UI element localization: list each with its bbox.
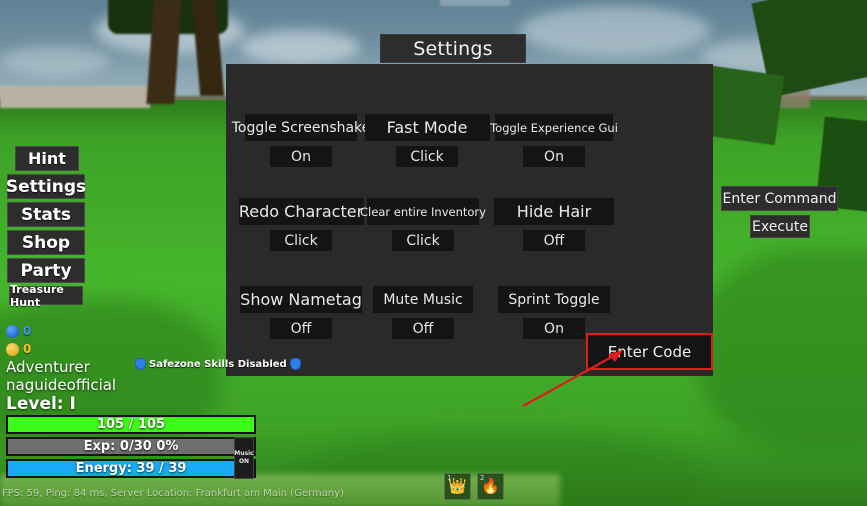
enter-command-button[interactable]: Enter Command: [721, 186, 838, 211]
music-toggle-state: ON: [238, 458, 250, 465]
safezone-text: Safezone Skills Disabled: [149, 358, 287, 370]
gem-icon: [6, 324, 19, 338]
player-hud: 0 0 Adventurer naguideofficial Level: I: [6, 322, 116, 415]
music-toggle-label: Music: [234, 450, 254, 457]
setting-label-0[interactable]: Toggle Screenshake: [232, 114, 370, 141]
setting-option-0: Toggle Screenshake On: [232, 114, 370, 167]
setting-value-8[interactable]: On: [523, 318, 585, 339]
setting-label-2[interactable]: Toggle Experience Gui: [490, 114, 618, 141]
coin-counter: 0: [6, 340, 116, 358]
setting-option-6: Show Nametag Off: [240, 286, 362, 339]
setting-value-6[interactable]: Off: [270, 318, 332, 339]
player-username: naguideofficial: [6, 376, 117, 394]
player-level: Level: I: [6, 394, 76, 414]
cloud-decor: [520, 6, 710, 56]
setting-option-4: Clear entire Inventory Click: [360, 198, 486, 251]
setting-value-0[interactable]: On: [270, 146, 332, 167]
game-screen: Settings Toggle Screenshake On Fast Mode Cl…: [0, 0, 867, 506]
shield-icon: [289, 358, 301, 370]
energy-bar: Energy: 39 / 39: [6, 459, 256, 478]
music-toggle-button[interactable]: Music ON: [234, 437, 254, 479]
menu-button-stats[interactable]: Stats: [7, 202, 85, 227]
hotbar-slot-2[interactable]: 2 🔥: [477, 473, 504, 500]
hotbar-slot-1[interactable]: 1 👑: [444, 473, 471, 500]
hotbar-slot-1-number: 1: [447, 474, 452, 482]
menu-button-settings[interactable]: Settings: [6, 174, 86, 199]
setting-label-7[interactable]: Mute Music: [373, 286, 473, 313]
setting-option-5: Hide Hair Off: [494, 198, 614, 251]
terrain-shadow: [700, 250, 867, 450]
setting-label-1[interactable]: Fast Mode: [364, 114, 490, 141]
setting-option-7: Mute Music Off: [373, 286, 473, 339]
coin-count: 0: [23, 342, 32, 356]
safezone-notice: Safezone Skills Disabled: [135, 358, 301, 370]
setting-value-1[interactable]: Click: [396, 146, 458, 167]
player-rank: Adventurer: [6, 358, 90, 376]
gem-counter: 0: [6, 322, 116, 340]
menu-button-shop[interactable]: Shop: [7, 230, 85, 255]
health-bar: 105 / 105: [6, 415, 256, 434]
cloud-decor: [240, 30, 360, 64]
health-bar-text: 105 / 105: [96, 417, 166, 432]
setting-value-5[interactable]: Off: [523, 230, 585, 251]
energy-bar-text: Energy: 39 / 39: [75, 461, 187, 476]
menu-button-party[interactable]: Party: [7, 258, 85, 283]
hotbar-slot-2-number: 2: [480, 474, 485, 482]
shield-icon: [135, 358, 146, 370]
hotbar: 1 👑 2 🔥: [444, 473, 504, 500]
settings-options-grid: Toggle Screenshake On Fast Mode Click Toggle…: [226, 64, 713, 376]
setting-value-3[interactable]: Click: [270, 230, 332, 251]
left-menu: Hint Settings Stats Shop Party Treasure …: [6, 146, 87, 309]
setting-label-8[interactable]: Sprint Toggle: [498, 286, 610, 313]
settings-panel: Toggle Screenshake On Fast Mode Click Toggle…: [226, 64, 713, 376]
menu-button-hint[interactable]: Hint: [15, 146, 79, 171]
offscreen-ui-sliver: [440, 0, 510, 6]
menu-button-treasure-hunt[interactable]: Treasure Hunt: [9, 283, 83, 309]
settings-window-title: Settings: [380, 34, 526, 63]
debug-status-text: FPS: 59, Ping: 84 ms, Server Location: F…: [2, 488, 344, 499]
setting-label-6[interactable]: Show Nametag: [240, 286, 362, 313]
stone-wall-left: [0, 86, 150, 108]
setting-label-4[interactable]: Clear entire Inventory: [360, 198, 486, 225]
setting-value-4[interactable]: Click: [392, 230, 454, 251]
exp-bar: Exp: 0/30 0%: [6, 437, 256, 456]
setting-label-3[interactable]: Redo Character: [238, 198, 364, 225]
setting-option-1: Fast Mode Click: [364, 114, 490, 167]
cloud-decor: [0, 46, 110, 76]
coin-icon: [6, 342, 19, 356]
enter-code-button[interactable]: Enter Code: [586, 333, 713, 370]
gem-count: 0: [23, 324, 32, 338]
execute-button[interactable]: Execute: [750, 215, 810, 238]
setting-option-8: Sprint Toggle On: [498, 286, 610, 339]
setting-label-5[interactable]: Hide Hair: [494, 198, 614, 225]
setting-option-2: Toggle Experience Gui On: [490, 114, 618, 167]
setting-value-2[interactable]: On: [523, 146, 585, 167]
exp-bar-text: Exp: 0/30 0%: [83, 439, 179, 454]
status-bars: 105 / 105 Exp: 0/30 0% Energy: 39 / 39: [6, 415, 256, 481]
setting-option-3: Redo Character Click: [238, 198, 364, 251]
setting-value-7[interactable]: Off: [392, 318, 454, 339]
